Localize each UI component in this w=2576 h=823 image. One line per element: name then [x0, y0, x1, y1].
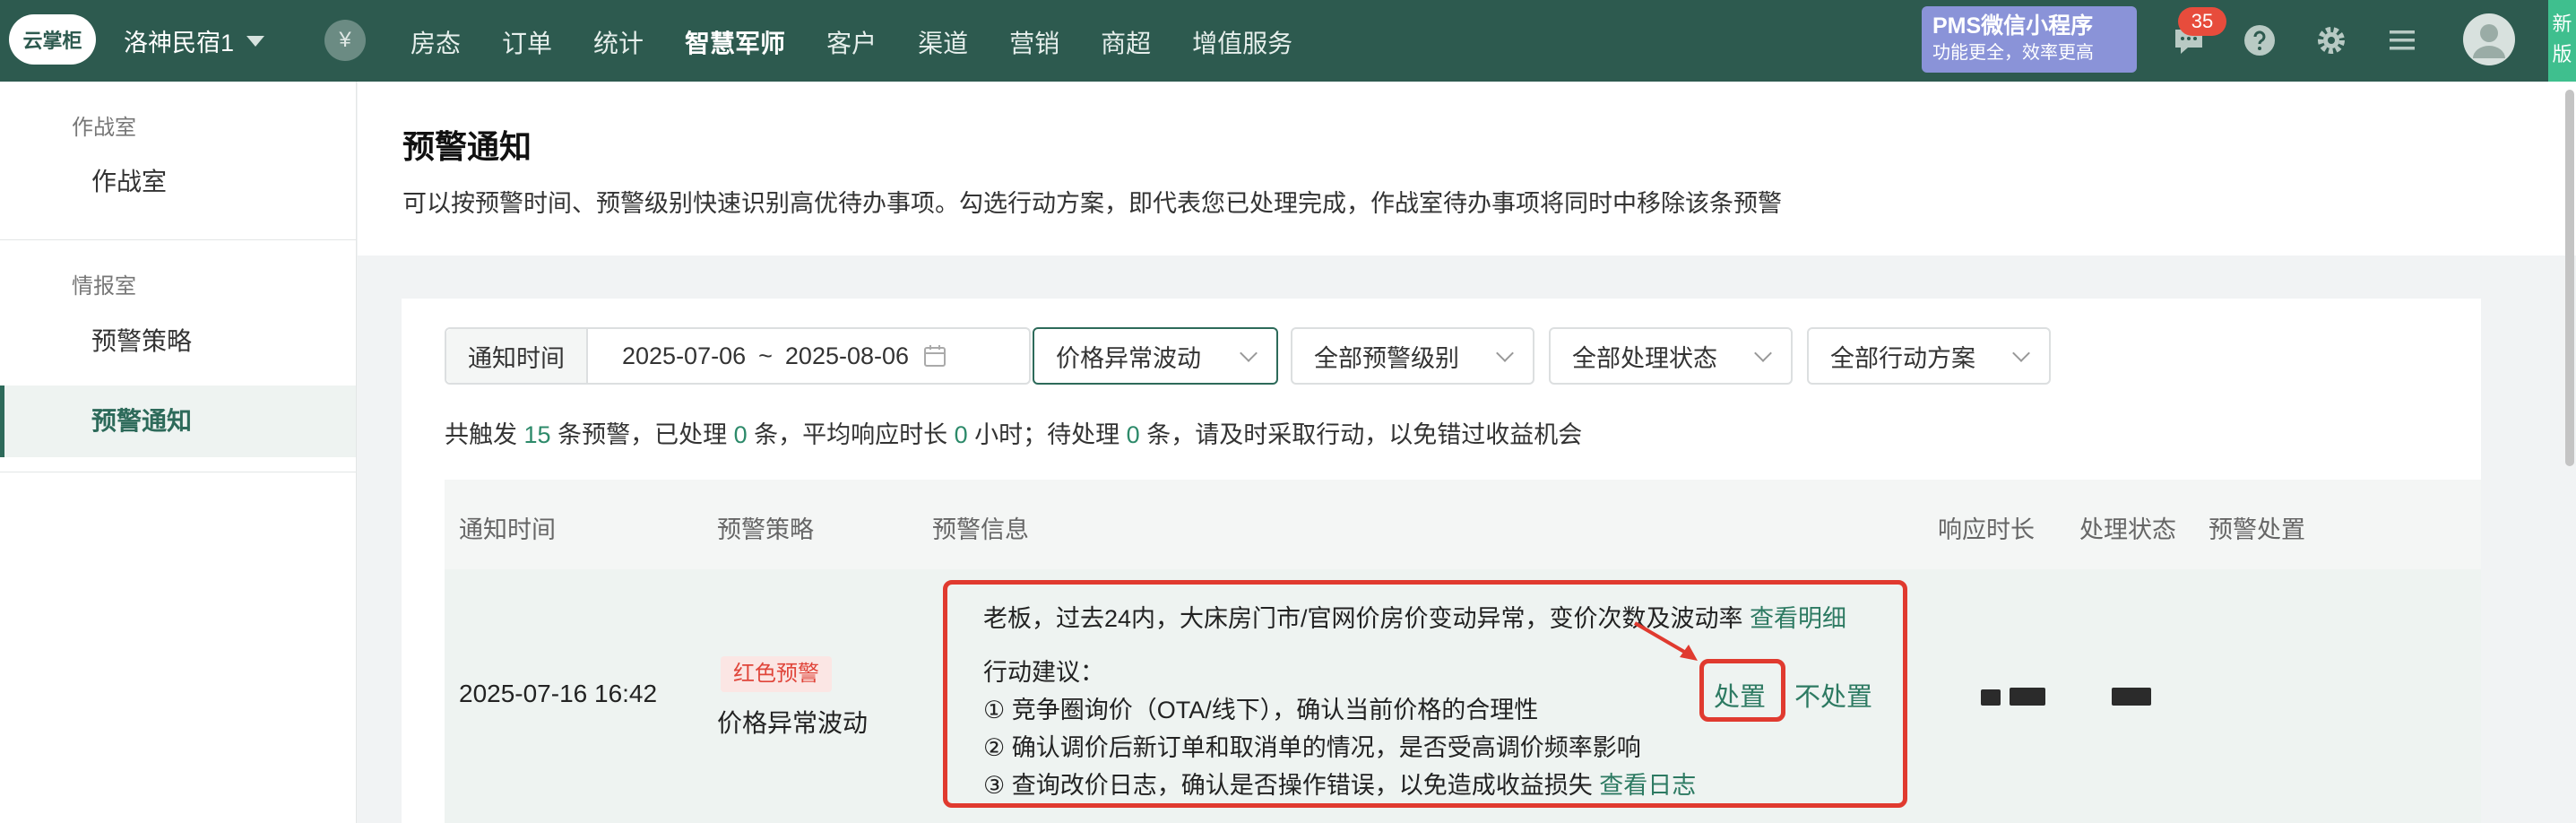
page-header: 预警通知 可以按预警时间、预警级别快速识别高优待办事项。勾选行动方案，即代表您已… [358, 82, 2576, 256]
pointer-arrow-icon [1633, 621, 1698, 661]
nav-item-marketing[interactable]: 营销 [1009, 24, 1059, 60]
view-details-link[interactable]: 查看明细 [1750, 605, 1846, 632]
date-end[interactable]: 2025-08-06 [785, 342, 909, 370]
nav-item-statistics[interactable]: 统计 [593, 24, 644, 60]
status-select-value: 全部处理状态 [1572, 344, 1717, 372]
alert-summary: 共触发 15 条预警，已处理 0 条，平均响应时长 0 小时；待处理 0 条，请… [445, 415, 1582, 450]
new-version-tag-line2: 版 [2552, 43, 2572, 65]
pms-banner-subtitle: 功能更全，效率更高 [1932, 43, 2094, 63]
summary-avg-response-hours: 0 [954, 421, 968, 448]
notification-time: 2025-07-16 16:42 [459, 680, 658, 707]
handle-button[interactable]: 处置 [1714, 676, 1766, 714]
sidebar-section-title-war-room: 作战室 [72, 116, 136, 140]
column-header-time: 通知时间 [459, 516, 556, 543]
advice-item-3: ③ 查询改价日志，确认是否操作错误，以免造成收益损失 查看日志 [983, 766, 1696, 801]
gear-icon[interactable] [2313, 22, 2349, 58]
summary-pending-count: 0 [1126, 421, 1140, 448]
advice-title: 行动建议： [983, 659, 1104, 686]
table-header: 通知时间 预警策略 预警信息 响应时长 处理状态 预警处置 [445, 480, 2481, 569]
user-icon [2473, 24, 2505, 58]
menu-icon[interactable] [2384, 22, 2420, 58]
alert-list-card: 通知时间 2025-07-06 ~ 2025-08-06 价格异常波动 全部预警… [402, 299, 2481, 823]
alert-info-text: 老板，过去24内，大床房门市/官网价房价变动异常，变价次数及波动率 [983, 605, 1743, 632]
date-range-filter[interactable]: 通知时间 2025-07-06 ~ 2025-08-06 [445, 327, 1031, 385]
main-nav: 房态 订单 统计 智慧军师 客户 渠道 营销 商超 增值服务 [411, 24, 1292, 60]
caret-down-icon [246, 35, 265, 47]
page-description: 可以按预警时间、预警级别快速识别高优待办事项。勾选行动方案，即代表您已处理完成，… [402, 190, 1782, 217]
sidebar-section-title-intelligence: 情报室 [72, 274, 136, 299]
column-header-handling: 预警处置 [2209, 516, 2305, 543]
nav-item-customers[interactable]: 客户 [826, 24, 877, 60]
new-version-tag-line1: 新 [2552, 13, 2572, 35]
pms-miniprogram-banner[interactable]: PMS微信小程序 功能更全，效率更高 [1922, 6, 2137, 73]
nav-item-orders[interactable]: 订单 [502, 24, 552, 60]
hotel-name: 洛神民宿1 [124, 30, 235, 56]
redacted-response-time [1981, 689, 2001, 706]
yen-icon[interactable]: ¥ [324, 20, 366, 61]
avatar[interactable] [2463, 13, 2515, 65]
nav-item-channels[interactable]: 渠道 [918, 24, 968, 60]
summary-text: 条，平均响应时长 [747, 421, 955, 448]
action-plan-select[interactable]: 全部行动方案 [1807, 327, 2051, 385]
nav-item-value-added-services[interactable]: 增值服务 [1192, 24, 1292, 60]
alert-level-badge: 红色预警 [721, 656, 832, 692]
page-title: 预警通知 [402, 128, 532, 165]
nav-item-room-status[interactable]: 房态 [411, 24, 461, 60]
new-version-tag[interactable]: 新 版 [2548, 0, 2576, 82]
sidebar-item-war-room[interactable]: 作战室 [0, 146, 356, 218]
column-header-status: 处理状态 [2079, 516, 2176, 543]
summary-text: 条预警，已处理 [550, 421, 734, 448]
column-header-strategy: 预警策略 [717, 516, 814, 543]
date-separator: ~ [758, 342, 773, 369]
alert-info-main: 老板，过去24内，大床房门市/官网价房价变动异常，变价次数及波动率 查看明细 [983, 599, 1846, 634]
sidebar-divider [0, 239, 356, 240]
redacted-response-time [2010, 688, 2045, 706]
message-count-badge: 35 [2178, 7, 2226, 36]
view-log-link[interactable]: 查看日志 [1599, 772, 1696, 799]
sidebar-item-alert-strategy[interactable]: 预警策略 [0, 306, 356, 377]
strategy-select-value: 价格异常波动 [1056, 344, 1201, 372]
summary-text: 条，请及时采取行动，以免错过收益机会 [1139, 421, 1583, 448]
alert-strategy: 价格异常波动 [717, 709, 869, 737]
chevron-down-icon [1496, 344, 1514, 362]
strategy-select[interactable]: 价格异常波动 [1033, 327, 1278, 385]
nav-item-mall[interactable]: 商超 [1101, 24, 1151, 60]
redacted-status [2112, 688, 2151, 706]
pms-banner-title: PMS微信小程序 [1932, 13, 2094, 39]
advice-item-3-text: ③ 查询改价日志，确认是否操作错误，以免造成收益损失 [983, 772, 1593, 799]
date-range-label: 通知时间 [446, 329, 588, 383]
summary-total-count: 15 [523, 421, 551, 448]
level-select-value: 全部预警级别 [1314, 344, 1459, 372]
table-row: 2025-07-16 16:42 红色预警 价格异常波动 老板，过去24内，大床… [445, 569, 2481, 823]
summary-handled-count: 0 [733, 421, 748, 448]
advice-item-1: ① 竞争圈询价（OTA/线下），确认当前价格的合理性 [983, 697, 1539, 723]
top-navigation-bar: 云掌柜 洛神民宿1 ¥ 房态 订单 统计 智慧军师 客户 渠道 营销 商超 增值… [0, 0, 2576, 82]
chevron-down-icon [2012, 344, 2030, 362]
summary-text: 小时；待处理 [967, 421, 1127, 448]
column-header-info: 预警信息 [932, 516, 1029, 543]
nav-item-smart-advisor[interactable]: 智慧军师 [685, 24, 785, 60]
status-select[interactable]: 全部处理状态 [1549, 327, 1793, 385]
summary-text: 共触发 [445, 421, 524, 448]
sidebar-item-alert-notification[interactable]: 预警通知 [0, 386, 356, 457]
page-scrollbar[interactable] [2565, 90, 2574, 466]
sidebar: 作战室 作战室 情报室 预警策略 预警通知 [0, 82, 357, 823]
action-plan-select-value: 全部行动方案 [1830, 344, 1975, 372]
column-header-response-time: 响应时长 [1938, 516, 2035, 543]
chevron-down-icon [1240, 344, 1258, 362]
level-select[interactable]: 全部预警级别 [1291, 327, 1534, 385]
calendar-icon [924, 345, 947, 367]
help-icon[interactable] [2242, 22, 2278, 58]
hotel-switcher[interactable]: 洛神民宿1 [124, 23, 265, 58]
advice-item-2: ② 确认调价后新订单和取消单的情况，是否受高调价频率影响 [983, 734, 1641, 761]
chevron-down-icon [1754, 344, 1772, 362]
date-start[interactable]: 2025-07-06 [622, 342, 746, 370]
app-logo[interactable]: 云掌柜 [9, 14, 96, 65]
ignore-button[interactable]: 不处置 [1794, 676, 1872, 714]
